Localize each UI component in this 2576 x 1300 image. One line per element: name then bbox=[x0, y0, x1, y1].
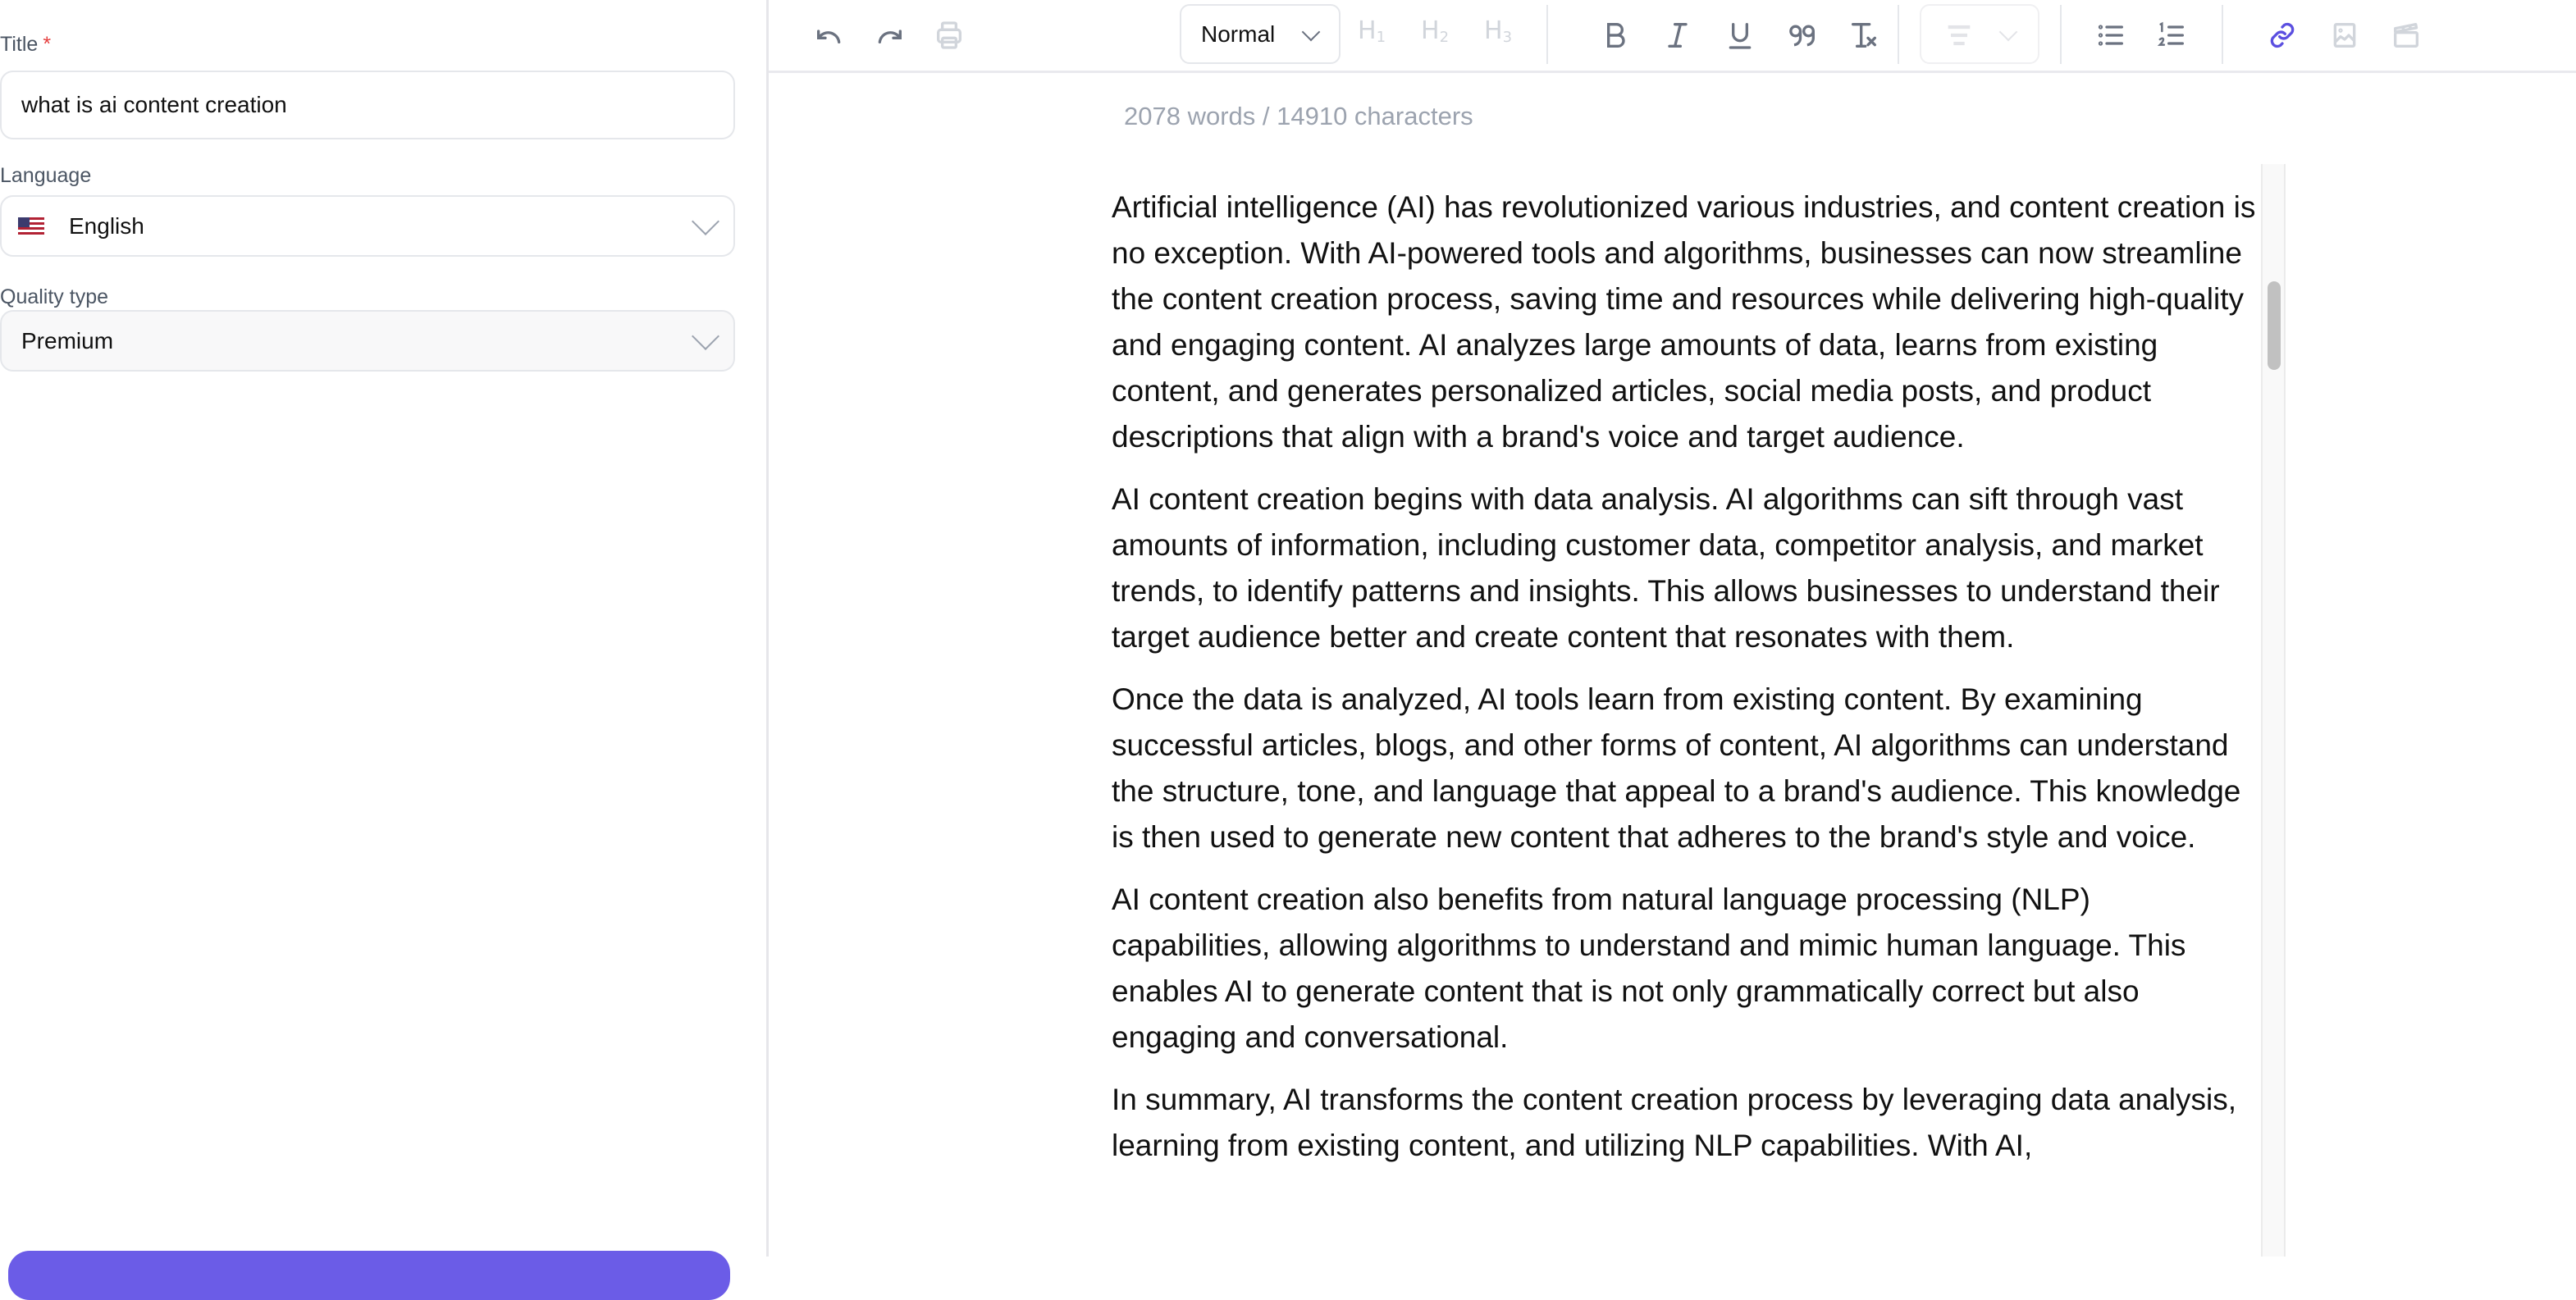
blockquote-button[interactable] bbox=[1784, 17, 1820, 53]
image-icon bbox=[2333, 23, 2356, 48]
chevron-down-icon bbox=[692, 322, 719, 350]
text-style-value: Normal bbox=[1201, 21, 1276, 47]
paragraph[interactable]: Artificial intelligence (AI) has revolut… bbox=[1112, 185, 2256, 460]
h2-sub: 2 bbox=[1439, 29, 1450, 46]
document-body[interactable]: Artificial intelligence (AI) has revolut… bbox=[1112, 185, 2256, 1185]
quality-type-label: Quality type bbox=[0, 285, 109, 308]
paragraph[interactable]: AI content creation begins with data ana… bbox=[1112, 477, 2256, 660]
title-input[interactable]: what is ai content creation bbox=[0, 71, 735, 139]
bullet-list-icon bbox=[2098, 25, 2123, 46]
align-select[interactable] bbox=[1920, 4, 2039, 64]
settings-panel: Title * what is ai content creation Langu… bbox=[0, 0, 767, 1300]
heading-3-button[interactable]: H3 bbox=[1484, 16, 1512, 46]
chevron-down-icon bbox=[1998, 22, 2018, 41]
redo-icon bbox=[878, 30, 902, 43]
print-icon bbox=[937, 21, 961, 49]
language-select-value: English bbox=[69, 212, 144, 239]
bullet-list-button[interactable] bbox=[2093, 17, 2129, 53]
paragraph[interactable]: In summary, AI transforms the content cr… bbox=[1112, 1077, 2256, 1169]
align-center-icon bbox=[1948, 25, 1971, 46]
generate-button[interactable] bbox=[8, 1251, 730, 1300]
scrollbar-thumb[interactable] bbox=[2268, 281, 2281, 370]
toolbar-separator bbox=[1546, 5, 1548, 64]
redo-button[interactable] bbox=[871, 17, 907, 53]
ordered-list-icon bbox=[2157, 21, 2184, 46]
chevron-down-icon bbox=[692, 207, 719, 235]
italic-icon bbox=[1668, 23, 1688, 48]
h1-glyph: H bbox=[1358, 16, 1377, 45]
text-style-select[interactable]: Normal bbox=[1180, 4, 1341, 64]
italic-button[interactable] bbox=[1660, 17, 1696, 53]
underline-button[interactable] bbox=[1722, 17, 1758, 53]
toolbar-separator bbox=[2060, 5, 2062, 64]
us-flag-icon bbox=[18, 217, 44, 235]
print-button[interactable] bbox=[931, 17, 967, 53]
h3-sub: 3 bbox=[1502, 29, 1513, 46]
link-icon bbox=[2270, 22, 2295, 48]
quality-type-select[interactable]: Premium bbox=[0, 310, 735, 372]
paragraph[interactable]: AI content creation also benefits from n… bbox=[1112, 877, 2256, 1061]
clear-format-icon bbox=[1852, 23, 1876, 48]
link-button[interactable] bbox=[2264, 17, 2300, 53]
insert-image-button[interactable] bbox=[2327, 17, 2363, 53]
undo-icon bbox=[817, 30, 841, 43]
h1-sub: 1 bbox=[1376, 29, 1386, 46]
h3-glyph: H bbox=[1484, 16, 1503, 45]
heading-1-button[interactable]: H1 bbox=[1358, 16, 1386, 46]
title-label: Title * bbox=[0, 33, 52, 56]
language-select[interactable]: English bbox=[0, 195, 735, 257]
ordered-list-button[interactable] bbox=[2154, 17, 2190, 53]
language-label: Language bbox=[0, 164, 92, 187]
h2-glyph: H bbox=[1421, 16, 1440, 45]
title-input-value: what is ai content creation bbox=[21, 92, 287, 117]
bold-icon bbox=[1607, 23, 1625, 48]
editor-toolbar: Normal H1 H2 H3 bbox=[769, 0, 2576, 73]
paragraph[interactable]: Once the data is analyzed, AI tools lear… bbox=[1112, 677, 2256, 860]
quality-type-select-value: Premium bbox=[21, 327, 114, 354]
bold-button[interactable] bbox=[1597, 17, 1633, 53]
toolbar-separator bbox=[1898, 5, 1899, 64]
editor-scrollbar[interactable] bbox=[2261, 164, 2286, 1257]
quote-icon bbox=[1789, 25, 1816, 47]
insert-video-button[interactable] bbox=[2388, 17, 2424, 53]
panel-divider bbox=[766, 0, 769, 1257]
heading-2-button[interactable]: H2 bbox=[1421, 16, 1449, 46]
undo-button[interactable] bbox=[811, 17, 847, 53]
required-mark: * bbox=[43, 33, 52, 56]
clear-format-button[interactable] bbox=[1846, 17, 1882, 53]
toolbar-separator bbox=[2222, 5, 2223, 64]
word-count: 2078 words / 14910 characters bbox=[1124, 102, 1473, 130]
underline-icon bbox=[1729, 23, 1752, 49]
video-clapper-icon bbox=[2394, 23, 2418, 48]
chevron-down-icon bbox=[1301, 22, 1321, 41]
